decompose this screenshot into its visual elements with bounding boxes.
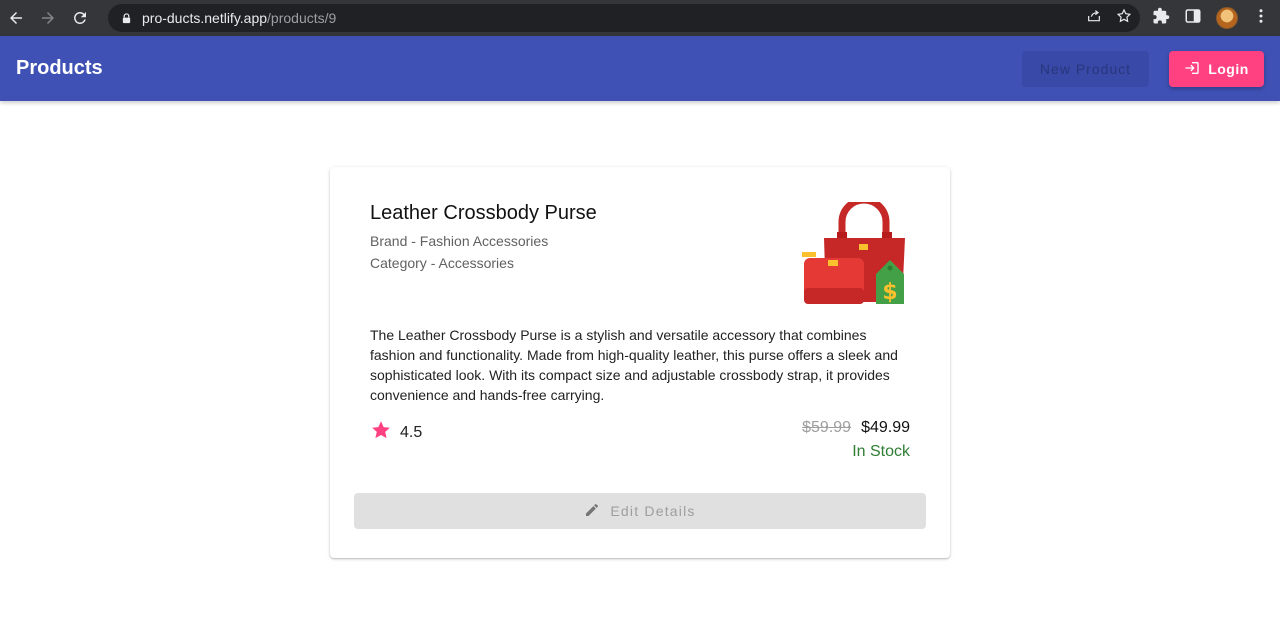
login-icon — [1184, 60, 1200, 79]
edit-details-button[interactable]: Edit Details — [354, 493, 926, 529]
url-host: pro-ducts.netlify.app — [142, 10, 268, 26]
product-rating: 4.5 — [370, 419, 422, 446]
handbag-icon: $ — [802, 196, 907, 305]
edit-details-label: Edit Details — [610, 503, 696, 519]
more-menu-icon[interactable] — [1252, 7, 1270, 30]
side-panel-icon[interactable] — [1184, 7, 1202, 30]
app-title[interactable]: Products — [16, 57, 103, 80]
profile-avatar[interactable] — [1216, 7, 1238, 29]
svg-text:$: $ — [882, 280, 897, 305]
rating-value: 4.5 — [400, 423, 423, 441]
address-bar[interactable]: pro-ducts.netlify.app/products/9 — [108, 4, 1140, 32]
reload-icon[interactable] — [64, 0, 96, 36]
price-group: $59.99 $49.99 — [802, 419, 910, 437]
original-price: $59.99 — [802, 419, 852, 436]
product-description: The Leather Crossbody Purse is a stylish… — [370, 327, 898, 403]
product-title: Leather Crossbody Purse — [370, 202, 597, 224]
back-icon[interactable] — [0, 0, 32, 36]
product-brand: Brand - Fashion Accessories — [370, 233, 549, 249]
sale-price: $49.99 — [861, 419, 910, 436]
new-product-button[interactable]: New Product — [1022, 51, 1149, 87]
product-card: Leather Crossbody Purse Brand - Fashion … — [330, 167, 950, 558]
url-path: /products/9 — [267, 10, 337, 26]
url-text: pro-ducts.netlify.app/products/9 — [142, 10, 336, 26]
login-button[interactable]: Login — [1169, 51, 1264, 87]
bookmark-star-icon[interactable] — [1116, 8, 1132, 29]
star-icon — [370, 419, 392, 446]
extensions-icon[interactable] — [1152, 7, 1170, 30]
stock-status: In Stock — [852, 443, 910, 460]
product-category: Category - Accessories — [370, 255, 514, 271]
lock-icon[interactable] — [120, 12, 132, 24]
browser-toolbar: pro-ducts.netlify.app/products/9 — [0, 0, 1280, 36]
login-label: Login — [1208, 61, 1249, 77]
share-icon[interactable] — [1086, 8, 1102, 29]
pencil-icon — [584, 502, 600, 521]
forward-icon[interactable] — [32, 0, 64, 36]
app-bar: Products New Product Login — [0, 36, 1280, 101]
